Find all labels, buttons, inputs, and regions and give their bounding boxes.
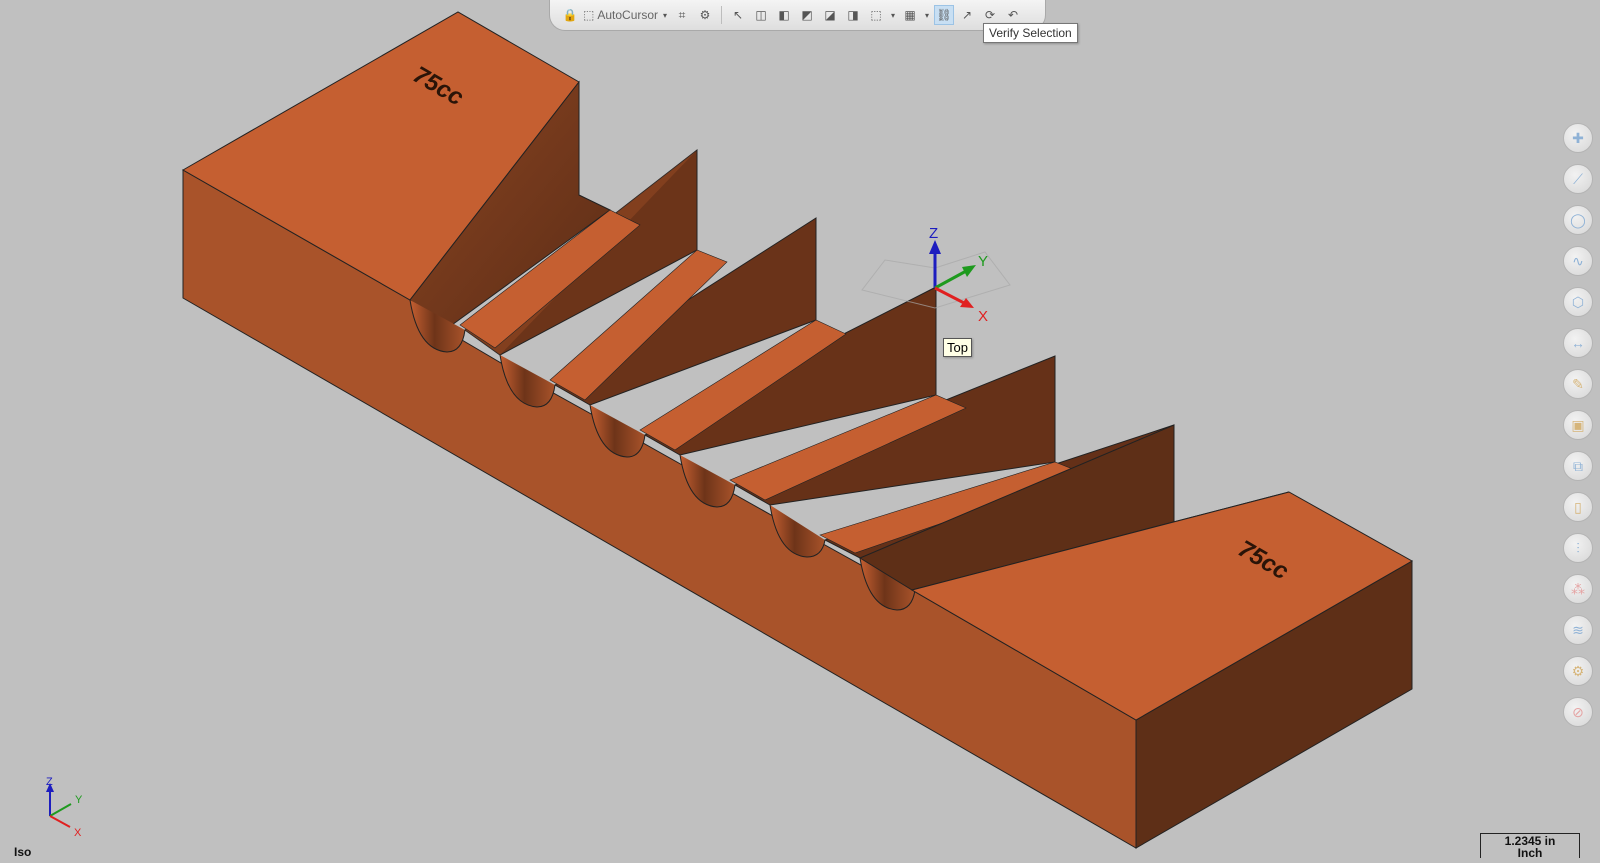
rotate-icon[interactable]: ⟳ — [980, 5, 1000, 25]
no-entry-icon[interactable]: ⊘ — [1563, 697, 1593, 727]
chevron-down-icon[interactable]: ▾ — [923, 11, 931, 20]
triad-x-label: X — [978, 308, 988, 325]
triad-y-label: Y — [978, 253, 988, 270]
autocursor-button[interactable]: ⬚ AutoCursor ▾ — [583, 8, 669, 22]
layers-icon[interactable]: ≋ — [1563, 615, 1593, 645]
world-y-label: Y — [75, 794, 83, 806]
mirror-icon[interactable]: ▯ — [1563, 492, 1593, 522]
right-toolbar: ✚ ⟋ ◯ ∿ ⬡ ↔ ✎ ▣ ⧉ ▯ ⫶ ⁂ ≋ ⚙ ⊘ — [1563, 123, 1595, 738]
cube-face-icon[interactable]: ◧ — [774, 5, 794, 25]
cursor-check-icon[interactable]: ↗ — [957, 5, 977, 25]
settings-gear-icon[interactable]: ⚙ — [1563, 656, 1593, 686]
triad-z-label: Z — [929, 225, 938, 242]
dimension-icon[interactable]: ↔ — [1563, 328, 1593, 358]
cube-icon[interactable]: ◫ — [751, 5, 771, 25]
select-pointer-icon: ⬚ — [583, 8, 595, 22]
cube-blue-icon[interactable]: ◪ — [820, 5, 840, 25]
toolbar-divider — [721, 6, 723, 24]
circle-icon[interactable]: ◯ — [1563, 205, 1593, 235]
scale-indicator: 1.2345 in Inch — [1480, 833, 1580, 860]
scale-unit: Inch — [1517, 846, 1543, 860]
section-icon[interactable]: ⫶ — [1563, 533, 1593, 563]
wrench-icon[interactable]: ✎ — [1563, 369, 1593, 399]
world-z-label: Z — [46, 776, 53, 788]
line-icon[interactable]: ⟋ — [1563, 164, 1593, 194]
solid-icon[interactable]: ⬡ — [1563, 287, 1593, 317]
lock-icon[interactable]: 🔒 — [560, 5, 580, 25]
box-icon[interactable]: ▣ — [1563, 410, 1593, 440]
grid-select-icon[interactable]: ▦ — [900, 5, 920, 25]
pattern-icon[interactable]: ⁂ — [1563, 574, 1593, 604]
view-name-label: Iso — [14, 845, 32, 859]
spline-icon[interactable]: ∿ — [1563, 246, 1593, 276]
chevron-down-icon[interactable]: ▾ — [889, 11, 897, 20]
graphics-viewport[interactable]: 75cc 75cc Z Y X Z Y X — [0, 0, 1600, 858]
chevron-down-icon: ▾ — [663, 10, 668, 20]
verify-selection-icon[interactable]: ⛓ — [934, 5, 955, 25]
transform-icon[interactable]: ⧉ — [1563, 451, 1593, 481]
3d-model-view[interactable]: 75cc 75cc Z Y X Z Y X — [0, 0, 1600, 858]
autocursor-label: AutoCursor — [597, 8, 659, 22]
world-x-label: X — [74, 827, 82, 839]
verify-selection-tooltip: Verify Selection — [983, 23, 1078, 43]
arrow-icon[interactable]: ↖ — [728, 5, 748, 25]
cube-orange-icon[interactable]: ◨ — [843, 5, 863, 25]
cube-solid-icon[interactable]: ◩ — [797, 5, 817, 25]
undo-icon[interactable]: ↶ — [1003, 5, 1023, 25]
box-select-icon[interactable]: ⬚ — [866, 5, 886, 25]
gear-icon[interactable]: ⚙ — [695, 5, 715, 25]
add-point-icon[interactable]: ✚ — [1563, 123, 1593, 153]
world-gnomon: Z Y X — [46, 776, 83, 839]
view-top-tooltip[interactable]: Top — [943, 338, 972, 357]
quick-toolbar: 🔒 ⬚ AutoCursor ▾ ⌗ ⚙ ↖ ◫ ◧ ◩ ◪ ◨ ⬚ ▾ ▦ ▾… — [549, 0, 1046, 31]
xyz-icon[interactable]: ⌗ — [672, 5, 692, 25]
